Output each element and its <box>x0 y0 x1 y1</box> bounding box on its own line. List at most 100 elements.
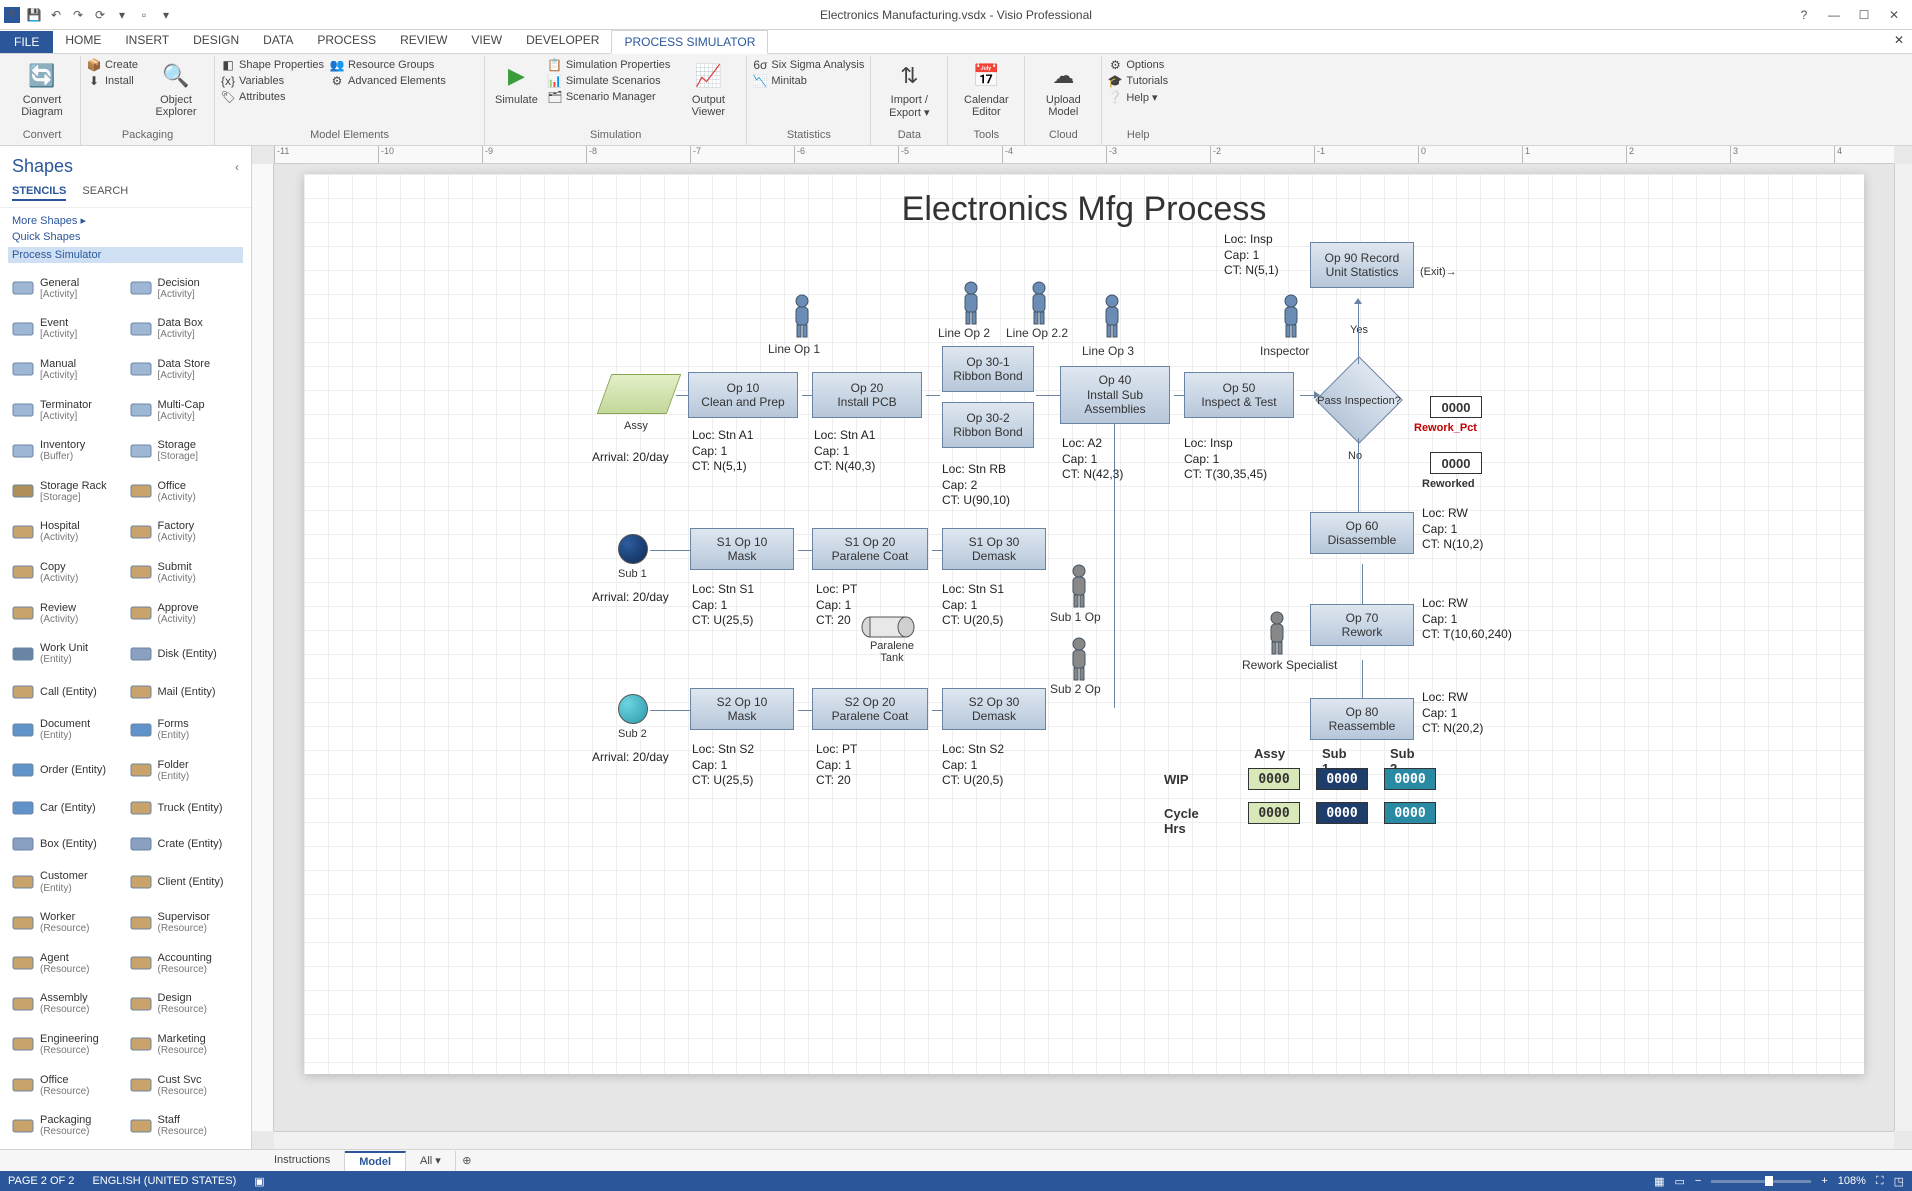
node-op80[interactable]: Op 80Reassemble <box>1310 698 1414 740</box>
redo-icon[interactable]: ↷ <box>70 7 86 23</box>
pass-inspection-decision[interactable]: Pass Inspection? <box>1314 366 1404 436</box>
node-s2op20[interactable]: S2 Op 20Paralene Coat <box>812 688 928 730</box>
tab-data[interactable]: DATA <box>251 29 305 53</box>
zoom-level[interactable]: 108% <box>1838 1175 1866 1187</box>
actor-line-op-2[interactable] <box>956 280 986 326</box>
quick-shapes-link[interactable]: Quick Shapes <box>12 231 239 243</box>
page-indicator[interactable]: PAGE 2 OF 2 <box>8 1175 74 1187</box>
stencil-category[interactable]: Process Simulator <box>8 247 243 263</box>
help-button[interactable]: ❔Help ▾ <box>1108 90 1168 104</box>
tab-developer[interactable]: DEVELOPER <box>514 29 611 53</box>
shape-disk-entity-[interactable]: Disk (Entity) <box>128 634 242 673</box>
shape-factory[interactable]: Factory(Activity) <box>128 513 242 552</box>
shape-general[interactable]: General[Activity] <box>10 269 124 308</box>
shape-event[interactable]: Event[Activity] <box>10 310 124 349</box>
assy-entity[interactable] <box>597 374 682 414</box>
sub1-entity[interactable] <box>618 534 648 564</box>
close-document-icon[interactable]: ✕ <box>1894 33 1904 47</box>
shape-multi-cap[interactable]: Multi-Cap[Activity] <box>128 391 242 430</box>
maximize-icon[interactable]: ☐ <box>1850 4 1878 26</box>
shape-cust-svc[interactable]: Cust Svc(Resource) <box>128 1066 242 1105</box>
shape-marketing[interactable]: Marketing(Resource) <box>128 1025 242 1064</box>
object-explorer-button[interactable]: 🔍Object Explorer <box>144 58 208 120</box>
more-shapes-link[interactable]: More Shapes ▸ <box>12 214 239 227</box>
qat-dropdown-icon[interactable]: ▾ <box>158 7 174 23</box>
actor-line-op-2-2[interactable] <box>1024 280 1054 326</box>
sheet-tab-instructions[interactable]: Instructions <box>260 1151 345 1171</box>
presentation-mode-icon[interactable]: ▦ <box>1654 1175 1664 1188</box>
shape-document[interactable]: Document(Entity) <box>10 710 124 749</box>
node-op40[interactable]: Op 40Install Sub Assemblies <box>1060 366 1170 424</box>
advanced-elements-button[interactable]: ⚙Advanced Elements <box>330 74 446 88</box>
vertical-scrollbar[interactable] <box>1894 164 1912 1131</box>
tab-view[interactable]: VIEW <box>459 29 514 53</box>
shape-office[interactable]: Office(Activity) <box>128 472 242 511</box>
tab-home[interactable]: HOME <box>53 29 113 53</box>
add-sheet-button[interactable]: ⊕ <box>456 1154 478 1167</box>
shape-truck-entity-[interactable]: Truck (Entity) <box>128 792 242 826</box>
actor-line-op-3[interactable] <box>1097 293 1127 339</box>
tab-process[interactable]: PROCESS <box>305 29 388 53</box>
shape-car-entity-[interactable]: Car (Entity) <box>10 792 124 826</box>
help-icon[interactable]: ? <box>1790 4 1818 26</box>
shape-crate-entity-[interactable]: Crate (Entity) <box>128 827 242 861</box>
node-op20[interactable]: Op 20Install PCB <box>812 372 922 418</box>
drawing-page[interactable]: Electronics Mfg Process Assy Arrival: 20… <box>304 174 1864 1074</box>
node-op90[interactable]: Op 90 Record Unit Statistics <box>1310 242 1414 288</box>
upload-model-button[interactable]: ☁Upload Model <box>1031 58 1095 120</box>
options-button[interactable]: ⚙Options <box>1108 58 1168 72</box>
zoom-out-icon[interactable]: − <box>1695 1175 1701 1187</box>
actor-line-op-1[interactable] <box>787 293 817 339</box>
node-s2op10[interactable]: S2 Op 10Mask <box>690 688 794 730</box>
search-tab[interactable]: SEARCH <box>82 185 128 201</box>
resource-groups-button[interactable]: 👥Resource Groups <box>330 58 446 72</box>
minimize-icon[interactable]: — <box>1820 4 1848 26</box>
node-s1op20[interactable]: S1 Op 20Paralene Coat <box>812 528 928 570</box>
output-viewer-button[interactable]: 📈Output Viewer <box>676 58 740 120</box>
shape-properties-button[interactable]: ◧Shape Properties <box>221 58 324 72</box>
node-s2op30[interactable]: S2 Op 30Demask <box>942 688 1046 730</box>
fit-page-icon[interactable]: ⛶ <box>1876 1175 1884 1188</box>
undo-icon[interactable]: ↶ <box>48 7 64 23</box>
node-s1op30[interactable]: S1 Op 30Demask <box>942 528 1046 570</box>
language-indicator[interactable]: ENGLISH (UNITED STATES) <box>92 1175 236 1187</box>
actor-sub-1-op[interactable] <box>1064 563 1094 609</box>
zoom-in-icon[interactable]: + <box>1821 1175 1827 1187</box>
variables-button[interactable]: {x}Variables <box>221 74 324 88</box>
shape-customer[interactable]: Customer(Entity) <box>10 863 124 902</box>
shape-storage[interactable]: Storage[Storage] <box>128 431 242 470</box>
macro-record-icon[interactable]: ▣ <box>254 1175 264 1188</box>
tab-design[interactable]: DESIGN <box>181 29 251 53</box>
close-icon[interactable]: ✕ <box>1880 4 1908 26</box>
zoom-slider[interactable] <box>1711 1180 1811 1183</box>
shape-box-entity-[interactable]: Box (Entity) <box>10 827 124 861</box>
horizontal-scrollbar[interactable] <box>274 1131 1894 1149</box>
node-op30_2[interactable]: Op 30-2Ribbon Bond <box>942 402 1034 448</box>
sheet-tab-model[interactable]: Model <box>345 1151 406 1171</box>
scenario-manager-button[interactable]: 🗂Scenario Manager <box>548 90 671 104</box>
tab-review[interactable]: REVIEW <box>388 29 459 53</box>
refresh-icon[interactable]: ⟳ <box>92 7 108 23</box>
shape-design[interactable]: Design(Resource) <box>128 985 242 1024</box>
collapse-panel-icon[interactable]: ‹ <box>235 160 239 174</box>
qat-extra-icon[interactable]: ▫ <box>136 7 152 23</box>
shape-engineering[interactable]: Engineering(Resource) <box>10 1025 124 1064</box>
calendar-editor-button[interactable]: 📅Calendar Editor <box>954 58 1018 120</box>
shape-worker[interactable]: Worker(Resource) <box>10 903 124 942</box>
node-op60[interactable]: Op 60Disassemble <box>1310 512 1414 554</box>
actor-rework-specialist[interactable] <box>1262 610 1292 656</box>
simulate-button[interactable]: ▶Simulate <box>491 58 542 108</box>
qat-more-icon[interactable]: ▾ <box>114 7 130 23</box>
shape-submit[interactable]: Submit(Activity) <box>128 553 242 592</box>
convert-diagram-button[interactable]: 🔄Convert Diagram <box>10 58 74 120</box>
full-screen-icon[interactable]: ◳ <box>1894 1175 1904 1188</box>
view-mode-icon[interactable]: ▭ <box>1674 1175 1684 1188</box>
node-s1op10[interactable]: S1 Op 10Mask <box>690 528 794 570</box>
actor-inspector[interactable] <box>1276 293 1306 339</box>
shape-work-unit[interactable]: Work Unit(Entity) <box>10 634 124 673</box>
create-button[interactable]: 📦Create <box>87 58 138 72</box>
import-export-button[interactable]: ⇅Import / Export ▾ <box>877 58 941 121</box>
shape-call-entity-[interactable]: Call (Entity) <box>10 675 124 709</box>
shape-copy[interactable]: Copy(Activity) <box>10 553 124 592</box>
node-op10[interactable]: Op 10Clean and Prep <box>688 372 798 418</box>
